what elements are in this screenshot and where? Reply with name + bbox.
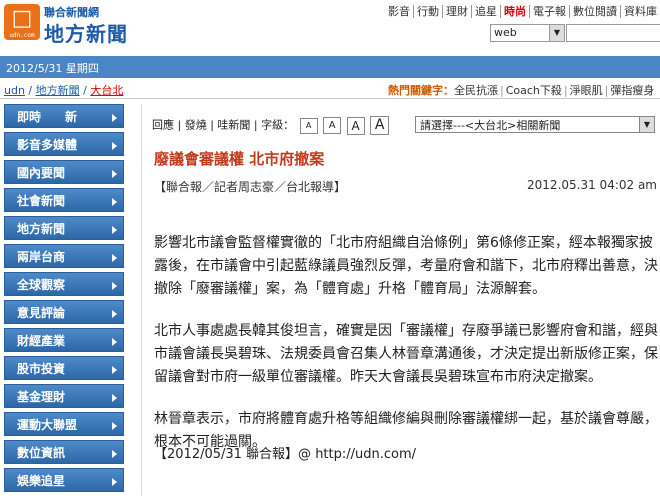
sidebar-item-finance[interactable]: 財經產業	[4, 328, 124, 352]
sidebar-item-domestic[interactable]: 國內要聞	[4, 160, 124, 184]
font-size-label: 字級：	[261, 118, 295, 132]
date-bar: 2012/5/31 星期四	[0, 56, 660, 78]
hot-keyword-link[interactable]: 全民抗漲	[454, 84, 498, 97]
sidebar-item-funds[interactable]: 基金理財	[4, 384, 124, 408]
sidebar-item-realtime[interactable]: 即時 新	[4, 104, 124, 128]
logo-url: udn.com	[9, 32, 35, 39]
article-paragraph: 北市人事處處長韓其俊坦言，確實是因「審議權」存廢爭議已影響府會和諧，經與市議會議…	[154, 323, 658, 385]
site-header: □ udn.com 聯合新聞網 地方新聞 影音 行動 理財 追星 時尚 電子報 數位閱讀 資料…	[0, 0, 660, 52]
sidebar-item-society[interactable]: 社會新聞	[4, 188, 124, 212]
sidebar-item-opinion[interactable]: 意見評論	[4, 300, 124, 324]
sidebar-item-stocks[interactable]: 股市投資	[4, 356, 124, 380]
font-size-m-button[interactable]: A	[346, 116, 365, 135]
topnav-item[interactable]: 追星	[471, 5, 500, 18]
chevron-down-icon[interactable]: ▼	[639, 117, 654, 132]
top-navigation: 影音 行動 理財 追星 時尚 電子報 數位閱讀 資料庫	[385, 3, 660, 18]
topnav-item[interactable]: 影音	[385, 5, 413, 18]
hot-keyword-link[interactable]: 淨眼肌	[570, 84, 603, 97]
topnav-item[interactable]: 行動	[413, 5, 442, 18]
topnav-item[interactable]: 理財	[442, 5, 471, 18]
related-news-value: 請選擇---<大台北>相關新聞	[420, 119, 561, 132]
search-input[interactable]	[566, 24, 660, 42]
hot-keyword-link[interactable]: 彈指瘦身	[610, 84, 654, 97]
font-size-s-button[interactable]: A	[323, 117, 342, 134]
sidebar-item-entertainment[interactable]: 娛樂追星	[4, 468, 124, 492]
breadcrumb-current[interactable]: 大台北	[90, 84, 123, 97]
breadcrumb-section[interactable]: 地方新聞	[36, 84, 80, 97]
article-timestamp: 2012.05.31 04:02 am	[527, 178, 657, 192]
logo-section-name: 地方新聞	[44, 22, 128, 46]
sidebar-item-sports[interactable]: 運動大聯盟	[4, 412, 124, 436]
search-scope-select[interactable]: web ▼	[490, 24, 565, 42]
sidebar-item-cross-strait[interactable]: 兩岸台商	[4, 244, 124, 268]
hot-keywords: 熱門關鍵字：全民抗漲 | Coach下殺 | 淨眼肌 | 彈指瘦身	[388, 84, 655, 97]
topnav-item[interactable]: 數位閱讀	[569, 5, 620, 18]
article-toolbar: 回應 | 發燒 | 哇新聞 | 字級： A A A A	[152, 116, 390, 135]
article-signature: 【2012/05/31 聯合報】@ http://udn.com/	[154, 447, 417, 462]
topnav-item[interactable]: 資料庫	[620, 5, 660, 18]
sidebar: 即時 新 影音多媒體 國內要聞 社會新聞 地方新聞 兩岸台商 全球觀察 意見評論…	[4, 104, 128, 496]
plug-icon: □	[11, 6, 33, 31]
sidebar-item-global[interactable]: 全球觀察	[4, 272, 124, 296]
sidebar-item-multimedia[interactable]: 影音多媒體	[4, 132, 124, 156]
hot-keyword-link[interactable]: Coach下殺	[506, 84, 562, 97]
sidebar-item-digital[interactable]: 數位資訊	[4, 440, 124, 464]
sidebar-item-local[interactable]: 地方新聞	[4, 216, 124, 240]
hot-keywords-label: 熱門關鍵字：	[388, 84, 454, 97]
udn-logo-mark: □ udn.com	[4, 4, 40, 40]
comment-link[interactable]: 回應	[152, 119, 174, 132]
article-paragraph: 影響北市議會監督權實徹的「北市府組織自治條例」第6條修正案，經本報獨家披露後，在…	[154, 235, 658, 297]
search-scope-value: web	[494, 26, 517, 39]
breadcrumb: udn / 地方新聞 / 大台北	[4, 84, 124, 97]
current-date: 2012/5/31 星期四	[6, 62, 99, 75]
related-news-select[interactable]: 請選擇---<大台北>相關新聞 ▼	[415, 116, 655, 133]
topnav-item-hot[interactable]: 時尚	[500, 5, 529, 18]
article-byline: 【聯合報／記者周志豪／台北報導】	[154, 180, 347, 194]
font-size-l-button[interactable]: A	[370, 116, 390, 135]
topnav-item[interactable]: 電子報	[529, 5, 569, 18]
font-size-xs-button[interactable]: A	[299, 117, 318, 134]
article-panel: 回應 | 發燒 | 哇新聞 | 字級： A A A A 請選擇---<大台北>相…	[141, 104, 660, 495]
wow-news-link[interactable]: 哇新聞	[217, 119, 250, 132]
site-logo[interactable]: □ udn.com 聯合新聞網 地方新聞	[4, 4, 144, 46]
push-link[interactable]: 發燒	[185, 119, 207, 132]
chevron-down-icon[interactable]: ▼	[549, 25, 564, 41]
article-title: 廢議會審議權 北市府撤案	[154, 150, 325, 168]
breadcrumb-home[interactable]: udn	[4, 84, 25, 97]
header-divider	[0, 98, 660, 99]
